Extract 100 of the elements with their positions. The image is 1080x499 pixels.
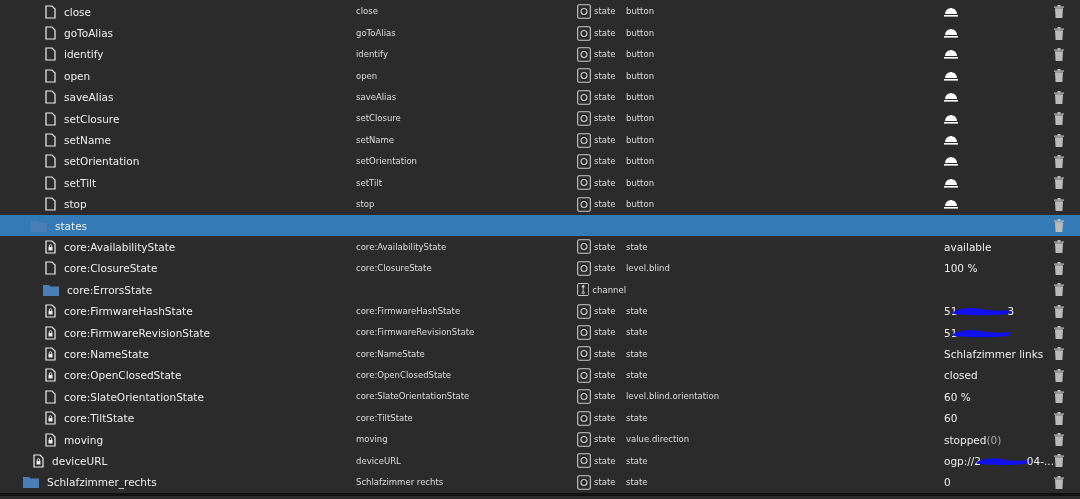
state-icon	[577, 432, 591, 447]
file-icon	[45, 68, 56, 83]
object-name: setClosure	[64, 112, 120, 125]
object-id: core:OpenClosedState	[356, 371, 453, 380]
trash-icon[interactable]	[1054, 326, 1064, 340]
bell-icon[interactable]	[944, 92, 958, 103]
object-role: state	[626, 306, 649, 316]
trash-icon[interactable]	[1054, 197, 1064, 211]
bell-icon[interactable]	[944, 135, 958, 146]
object-name: setName	[64, 134, 112, 147]
object-name: core:SlateOrientationState	[64, 390, 204, 403]
object-name: deviceURL	[52, 454, 108, 467]
trash-icon[interactable]	[1054, 176, 1064, 190]
object-id: goToAlias	[356, 28, 397, 38]
state-icon	[577, 111, 591, 127]
bell-icon[interactable]	[944, 199, 958, 210]
state-icon	[577, 410, 591, 426]
object-role: button	[626, 178, 656, 188]
object-type: state	[594, 50, 616, 59]
state-icon	[577, 46, 591, 62]
object-type: state	[594, 135, 616, 145]
bell-icon[interactable]	[944, 49, 958, 60]
object-id: core:FirmwareRevisionState	[356, 328, 476, 337]
object-name: stop	[64, 198, 87, 211]
object-type: state	[594, 242, 616, 252]
trash-icon[interactable]	[1054, 5, 1064, 19]
tree-row[interactable]: states	[0, 214, 1080, 237]
trash-icon[interactable]	[1054, 283, 1064, 297]
locked-file-icon	[45, 304, 56, 319]
bell-icon[interactable]	[944, 28, 958, 39]
bell-icon[interactable]	[944, 6, 958, 17]
trash-icon[interactable]	[1054, 454, 1064, 468]
object-id: identify	[356, 50, 389, 59]
state-icon	[577, 196, 591, 212]
value-text: 60 %	[944, 390, 971, 403]
trash-icon[interactable]	[1054, 261, 1064, 275]
object-type: state	[594, 413, 616, 423]
trash-icon[interactable]	[1054, 112, 1064, 126]
object-name: core:ClosureState	[64, 262, 158, 275]
trash-icon[interactable]	[1054, 347, 1064, 361]
value-text: 100 %	[944, 262, 978, 275]
trash-icon[interactable]	[1054, 90, 1064, 104]
file-icon	[45, 175, 56, 190]
trash-icon[interactable]	[1054, 475, 1064, 489]
locked-file-icon	[45, 432, 56, 447]
trash-icon[interactable]	[1054, 433, 1064, 446]
file-icon	[45, 26, 56, 41]
value-text: 60	[944, 412, 958, 425]
object-role: button	[626, 114, 656, 123]
object-name: core:NameState	[64, 347, 150, 360]
object-role: button	[626, 50, 656, 59]
file-icon	[45, 389, 56, 404]
state-icon	[577, 453, 591, 469]
value-text: 04-...	[1026, 454, 1054, 467]
bell-icon[interactable]	[944, 70, 958, 81]
object-role: button	[626, 157, 656, 166]
state-icon	[577, 389, 591, 405]
trash-icon[interactable]	[1054, 133, 1064, 147]
value-text: 3	[1007, 305, 1015, 318]
object-role: state	[626, 413, 649, 423]
locked-file-icon	[33, 453, 44, 468]
value-text: Schlafzimmer links	[944, 347, 1044, 360]
object-name: core:ErrorsState	[67, 283, 153, 296]
trash-icon[interactable]	[1054, 240, 1064, 254]
value-text: closed	[944, 369, 978, 382]
state-icon	[577, 132, 591, 148]
object-name: core:OpenClosedState	[64, 369, 182, 382]
file-icon	[45, 197, 56, 212]
trash-icon[interactable]	[1054, 26, 1064, 40]
object-id: setTilt	[356, 178, 383, 188]
folder-icon	[43, 283, 59, 296]
trash-icon[interactable]	[1054, 47, 1064, 61]
object-name: states	[55, 219, 88, 232]
trash-icon[interactable]	[1054, 390, 1064, 404]
object-name: goToAlias	[64, 27, 114, 40]
bell-icon[interactable]	[944, 113, 958, 124]
state-icon	[577, 260, 591, 276]
state-icon	[577, 346, 591, 362]
object-name: setOrientation	[64, 155, 140, 168]
trash-icon[interactable]	[1054, 154, 1064, 168]
object-type: state	[594, 392, 616, 401]
bell-icon[interactable]	[944, 156, 958, 167]
object-role: state	[626, 371, 649, 380]
trash-icon[interactable]	[1054, 368, 1064, 382]
state-icon	[577, 303, 591, 319]
object-type: state	[594, 28, 616, 38]
object-id: close	[356, 7, 379, 16]
trash-icon[interactable]	[1054, 411, 1064, 425]
object-id: Schlafzimmer rechts	[356, 478, 445, 487]
object-role: button	[626, 71, 656, 81]
object-type: state	[594, 328, 616, 337]
file-icon	[45, 133, 56, 148]
trash-icon[interactable]	[1054, 304, 1064, 318]
bell-icon[interactable]	[944, 177, 958, 188]
state-icon	[577, 474, 591, 490]
trash-icon[interactable]	[1054, 69, 1064, 83]
object-role: button	[626, 7, 656, 16]
object-type: state	[594, 349, 616, 359]
object-name: core:FirmwareHashState	[64, 305, 193, 318]
object-id: core:ClosureState	[356, 264, 433, 273]
